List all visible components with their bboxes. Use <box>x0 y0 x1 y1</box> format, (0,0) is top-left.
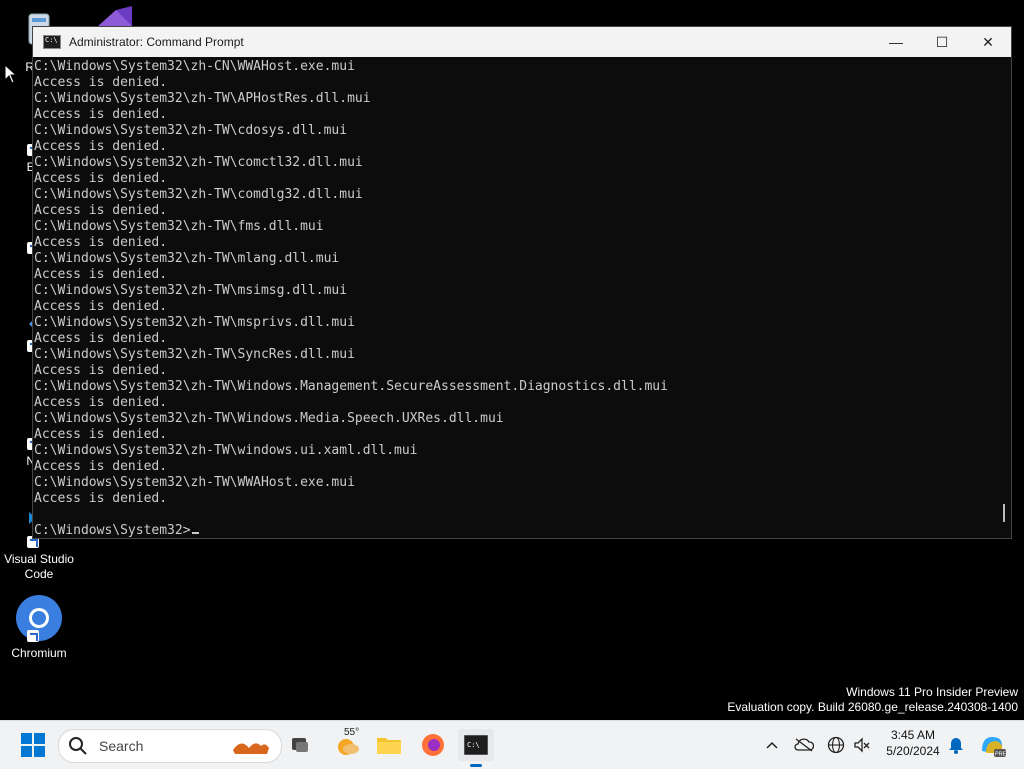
speaker-muted-icon <box>854 737 870 753</box>
windows-logo-icon <box>21 733 45 757</box>
desktop-icon-chromium[interactable]: Chromium <box>0 594 78 661</box>
console-line: Access is denied. <box>34 299 168 314</box>
command-prompt-window[interactable]: Administrator: Command Prompt — ☐ ✕ C:\W… <box>32 26 1012 539</box>
visual-studio-icon[interactable] <box>92 6 140 28</box>
console-line: C:\Windows\System32\zh-TW\cdosys.dll.mui <box>34 123 348 138</box>
globe-icon <box>827 736 845 754</box>
watermark-line-1: Windows 11 Pro Insider Preview <box>846 685 1018 699</box>
terminal-icon: C:\ <box>464 735 488 755</box>
console-line: Access is denied. <box>34 491 168 506</box>
window-controls: — ☐ ✕ <box>873 27 1011 57</box>
folder-icon <box>377 738 401 754</box>
console-output[interactable]: C:\Windows\System32\zh-CN\WWAHost.exe.mu… <box>33 57 995 538</box>
copilot-button[interactable]: PRE <box>976 729 1008 761</box>
clock-time: 3:45 AM <box>890 728 936 742</box>
bell-icon <box>949 738 963 754</box>
console-line: C:\Windows\System32\zh-TW\Windows.Manage… <box>34 379 668 394</box>
mouse-pointer-icon <box>4 64 18 84</box>
console-line: C:\Windows\System32\zh-TW\msimsg.dll.mui <box>34 283 348 298</box>
task-view-icon <box>292 738 308 752</box>
console-line: C:\Windows\System32\zh-TW\msprivs.dll.mu… <box>34 315 355 330</box>
search-icon <box>69 737 87 755</box>
volume-tray[interactable] <box>850 729 874 761</box>
scrollbar-thumb[interactable] <box>1003 504 1005 522</box>
show-hidden-icons-button[interactable] <box>762 729 782 761</box>
weather-temp: 55° <box>344 727 360 738</box>
console-line: Access is denied. <box>34 395 168 410</box>
console-line: C:\Windows\System32\zh-TW\WWAHost.exe.mu… <box>34 475 355 490</box>
clock[interactable]: 3:45 AM 5/20/2024 <box>880 728 946 762</box>
title-bar[interactable]: Administrator: Command Prompt — ☐ ✕ <box>33 27 1011 57</box>
start-button[interactable] <box>16 729 50 761</box>
os-watermark: Windows 11 Pro Insider Preview Evaluatio… <box>727 685 1018 715</box>
firefox-icon <box>422 734 444 756</box>
text-cursor <box>191 532 199 534</box>
console-line: Access is denied. <box>34 267 168 282</box>
task-view-button[interactable] <box>286 729 314 761</box>
console-line: Access is denied. <box>34 171 168 186</box>
console-line: Access is denied. <box>34 363 168 378</box>
console-line: C:\Windows\System32\zh-CN\WWAHost.exe.mu… <box>34 59 355 74</box>
watermark-line-2: Evaluation copy. Build 26080.ge_release.… <box>727 700 1018 714</box>
taskbar: Search 55° C:\ 3:45 AM 5/20/2024 PRE <box>0 720 1024 769</box>
cmd-icon <box>43 35 61 49</box>
svg-text:PRE: PRE <box>995 752 1006 758</box>
console-line: C:\Windows\System32\zh-TW\windows.ui.xam… <box>34 443 418 458</box>
notifications-button[interactable] <box>946 729 966 761</box>
desktop-icon-label: Visual Studio Code <box>4 552 74 581</box>
clock-date: 5/20/2024 <box>886 744 940 758</box>
taskbar-search[interactable]: Search <box>58 729 282 763</box>
chromium-icon <box>15 594 63 642</box>
close-button[interactable]: ✕ <box>965 27 1011 57</box>
search-label: Search <box>99 738 144 754</box>
search-highlight-icon <box>233 743 269 754</box>
network-tray[interactable] <box>824 729 848 761</box>
console-line: C:\Windows\System32\zh-TW\fms.dll.mui <box>34 219 324 234</box>
file-explorer-button[interactable] <box>374 729 404 761</box>
vertical-scrollbar[interactable] <box>995 57 1011 538</box>
window-title: Administrator: Command Prompt <box>69 35 244 49</box>
console-line: C:\Windows\System32\zh-TW\comctl32.dll.m… <box>34 155 363 170</box>
console-line: Access is denied. <box>34 331 168 346</box>
console-line: C:\Windows\System32\zh-TW\Windows.Media.… <box>34 411 504 426</box>
console-line: C:\Windows\System32\zh-TW\comdlg32.dll.m… <box>34 187 363 202</box>
command-prompt-taskbar-button[interactable]: C:\ <box>458 729 494 767</box>
console-line: C:\Windows\System32\zh-TW\SyncRes.dll.mu… <box>34 347 355 362</box>
console-line: C:\Windows\System32> <box>34 523 995 538</box>
minimize-button[interactable]: — <box>873 27 919 57</box>
console-line: Access is denied. <box>34 75 168 90</box>
console-line: C:\Windows\System32\zh-TW\mlang.dll.mui <box>34 251 340 266</box>
cloud-off-icon <box>794 738 814 752</box>
svg-text:C:\: C:\ <box>467 741 480 749</box>
maximize-button[interactable]: ☐ <box>919 27 965 57</box>
widgets-button[interactable]: 55° <box>332 727 364 761</box>
console-line: Access is denied. <box>34 235 168 250</box>
active-indicator <box>470 764 482 767</box>
console-line: C:\Windows\System32\zh-TW\APHostRes.dll.… <box>34 91 371 106</box>
console-line: Access is denied. <box>34 459 168 474</box>
console-line: Access is denied. <box>34 203 168 218</box>
copilot-icon: PRE <box>982 737 1006 758</box>
onedrive-tray[interactable] <box>792 729 816 761</box>
console-line: Access is denied. <box>34 139 168 154</box>
desktop-icon-label: Chromium <box>11 646 67 660</box>
chevron-up-icon <box>766 741 778 749</box>
firefox-taskbar-button[interactable] <box>418 729 448 761</box>
console-line: Access is denied. <box>34 427 168 442</box>
console-line: Access is denied. <box>34 107 168 122</box>
shortcut-arrow-icon <box>27 630 39 642</box>
